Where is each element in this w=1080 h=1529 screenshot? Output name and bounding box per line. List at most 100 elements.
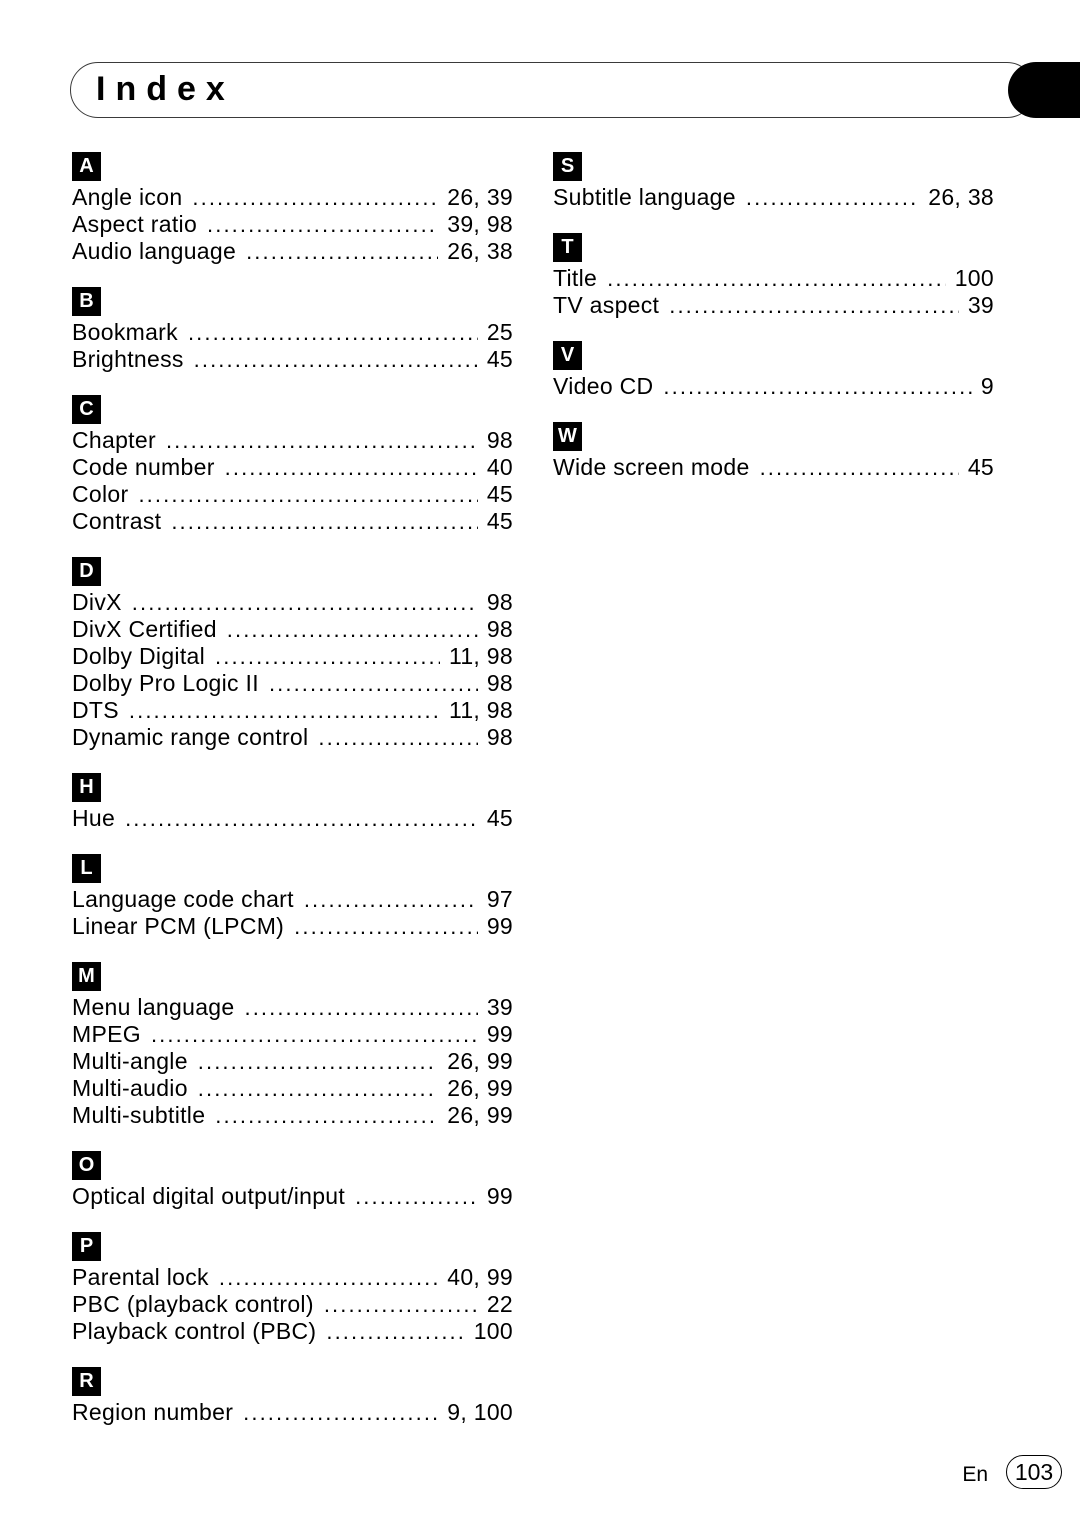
index-entry[interactable]: Subtitle language 26, 38	[553, 184, 994, 211]
index-entry[interactable]: Hue 45	[72, 805, 513, 832]
index-entry-dot-leader	[243, 1400, 438, 1420]
index-entry-term: Angle icon	[72, 184, 183, 210]
index-entry-pages: 26, 99	[447, 1102, 513, 1128]
index-entry-dot-leader	[166, 428, 478, 448]
index-entry-dot-leader	[207, 212, 438, 232]
index-entry[interactable]: Parental lock 40, 99	[72, 1264, 513, 1291]
index-entry-term: Title	[553, 265, 598, 291]
index-entry-dot-leader	[355, 1184, 478, 1204]
index-entry-dot-leader	[138, 482, 477, 502]
index-entry[interactable]: Language code chart 97	[72, 886, 513, 913]
index-section-r: R Region number 9, 100	[72, 1367, 513, 1426]
index-section-m: MMenu language39MPEG99Multi-angle26, 99M…	[72, 962, 513, 1129]
index-entry-term: Menu language	[72, 994, 235, 1020]
index-entry-dot-leader	[244, 995, 477, 1015]
index-entry-dot-leader	[746, 185, 919, 205]
index-entry[interactable]: Dynamic range control 98	[72, 724, 513, 751]
index-entry-pages: 98	[486, 427, 513, 453]
index-entry[interactable]: PBC (playback control) 22	[72, 1291, 513, 1318]
index-entry[interactable]: MPEG 99	[72, 1021, 513, 1048]
index-entry[interactable]: Linear PCM (LPCM) 99	[72, 913, 513, 940]
index-entry-term: Subtitle language	[553, 184, 736, 210]
index-entry-term: Video CD	[553, 373, 654, 399]
index-entry[interactable]: Dolby Digital 11, 98	[72, 643, 513, 670]
index-entry[interactable]: Multi-audio 26, 99	[72, 1075, 513, 1102]
index-entry[interactable]: Region number 9, 100	[72, 1399, 513, 1426]
index-entry[interactable]: DivX Certified 98	[72, 616, 513, 643]
index-entry-dot-leader	[324, 1292, 478, 1312]
index-entry-dot-leader	[215, 644, 440, 664]
index-entry-term: Bookmark	[72, 319, 178, 345]
index-entry-dot-leader	[188, 320, 478, 340]
index-page: { "header": { "title": "Index", "tab_col…	[0, 0, 1080, 1529]
section-letter-badge: S	[553, 152, 582, 181]
index-entry[interactable]: Video CD 9	[553, 373, 994, 400]
section-letter-badge: O	[72, 1151, 101, 1180]
index-entry-term: Multi-angle	[72, 1048, 188, 1074]
index-entry-term: PBC (playback control)	[72, 1291, 314, 1317]
index-entry[interactable]: DTS 11, 98	[72, 697, 513, 724]
index-entry-dot-leader	[219, 1265, 438, 1285]
index-entry[interactable]: Title 100	[553, 265, 994, 292]
index-section-s: S Subtitle language 26, 38	[553, 152, 994, 211]
index-entry-term: Dynamic range control	[72, 724, 309, 750]
index-section-a: AAngle icon26, 39Aspect ratio39, 98Audio…	[72, 152, 513, 265]
index-entry[interactable]: TV aspect 39	[553, 292, 994, 319]
index-entry[interactable]: Dolby Pro Logic II 98	[72, 670, 513, 697]
index-entry-term: Playback control (PBC)	[72, 1318, 317, 1344]
index-entry[interactable]: DivX 98	[72, 589, 513, 616]
index-entry[interactable]: Menu language 39	[72, 994, 513, 1021]
index-entry-pages: 26, 38	[447, 238, 513, 264]
section-letter-badge: C	[72, 395, 101, 424]
index-entry-pages: 45	[486, 481, 513, 507]
index-entry[interactable]: Wide screen mode 45	[553, 454, 994, 481]
index-entry-pages: 11, 98	[448, 697, 513, 723]
index-entry-pages: 45	[486, 805, 513, 831]
index-entry-term: MPEG	[72, 1021, 141, 1047]
index-entry[interactable]: Code number 40	[72, 454, 513, 481]
index-entry-dot-leader	[194, 347, 478, 367]
index-entry-term: Wide screen mode	[553, 454, 750, 480]
index-entry[interactable]: Multi-angle 26, 99	[72, 1048, 513, 1075]
index-entry[interactable]: Bookmark 25	[72, 319, 513, 346]
index-entry-dot-leader	[225, 455, 478, 475]
index-entry[interactable]: Angle icon 26, 39	[72, 184, 513, 211]
index-entry-pages: 99	[486, 913, 513, 939]
index-entry[interactable]: Contrast 45	[72, 508, 513, 535]
index-entry[interactable]: Multi-subtitle 26, 99	[72, 1102, 513, 1129]
index-entry-pages: 45	[967, 454, 994, 480]
index-entry[interactable]: Brightness 45	[72, 346, 513, 373]
index-section-p: P Parental lock40, 99PBC (playback contro…	[72, 1232, 513, 1345]
footer-language-code: En	[962, 1463, 988, 1486]
index-entry-term: DTS	[72, 697, 119, 723]
index-entry-pages: 99	[486, 1021, 513, 1047]
index-entry-term: Brightness	[72, 346, 184, 372]
index-entry-pages: 100	[473, 1318, 513, 1344]
section-letter-badge: D	[72, 557, 101, 586]
index-entry-dot-leader	[129, 698, 440, 718]
index-entry-dot-leader	[269, 671, 478, 691]
index-entry[interactable]: Optical digital output/input 99	[72, 1183, 513, 1210]
section-letter-badge: T	[553, 233, 582, 262]
index-entry[interactable]: Audio language 26, 38	[72, 238, 513, 265]
index-entry-pages: 22	[486, 1291, 513, 1317]
index-entry-dot-leader	[198, 1049, 438, 1069]
index-section-c: C Chapter 98 Code number 40 Color 45 Contrast 45	[72, 395, 513, 535]
index-entry[interactable]: Aspect ratio 39, 98	[72, 211, 513, 238]
index-entry-term: Chapter	[72, 427, 156, 453]
index-entry-term: Color	[72, 481, 129, 507]
index-entry-dot-leader	[132, 590, 478, 610]
index-section-h: H Hue 45	[72, 773, 513, 832]
index-entry-pages: 97	[486, 886, 513, 912]
index-entry[interactable]: Playback control (PBC) 100	[72, 1318, 513, 1345]
index-entry-dot-leader	[227, 617, 478, 637]
index-entry[interactable]: Color 45	[72, 481, 513, 508]
index-entry[interactable]: Chapter 98	[72, 427, 513, 454]
index-column-right: S Subtitle language26, 38 T Title100TV aspe…	[553, 152, 994, 503]
index-entry-pages: 39	[967, 292, 994, 318]
index-column-left: AAngle icon26, 39Aspect ratio39, 98Audio…	[72, 152, 513, 1448]
index-entry-term: Parental lock	[72, 1264, 209, 1290]
section-letter-badge: P	[72, 1232, 101, 1261]
index-entry-pages: 39	[486, 994, 513, 1020]
header-black-tab	[1008, 62, 1080, 118]
